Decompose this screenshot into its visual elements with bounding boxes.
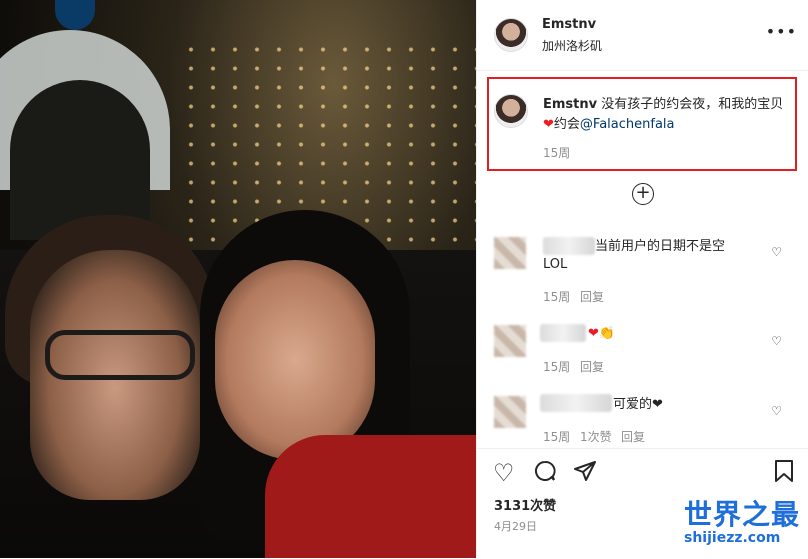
comment-time: 15周 [543, 430, 571, 444]
share-icon[interactable] [573, 459, 597, 489]
caption: Emstnv 没有孩子的约会夜，和我的宝贝 ❤约会@Falachenfala [543, 95, 788, 135]
comment-text: 当前用户的日期不是空 [595, 239, 726, 254]
reply-button[interactable]: 回复 [580, 358, 604, 375]
comment-time: 15周 [543, 290, 571, 304]
comment-username-blurred[interactable] [543, 237, 595, 255]
comment-likes[interactable]: 1次赞 [580, 428, 612, 445]
heart-icon: ❤ [543, 117, 554, 132]
more-dots-icon[interactable]: ••• [766, 22, 797, 41]
like-heart-icon[interactable]: ♡ [771, 245, 782, 259]
like-heart-icon[interactable]: ♡ [771, 334, 782, 348]
comment-username-blurred[interactable] [540, 394, 612, 412]
comment-time: 15周 [543, 360, 571, 374]
watermark-title: 世界之最 [684, 498, 801, 531]
mention-link[interactable]: @Falachenfala [580, 117, 675, 132]
glasses [45, 330, 195, 380]
load-more-icon[interactable]: + [632, 183, 654, 205]
save-icon[interactable] [773, 459, 795, 489]
header-username[interactable]: Emstnv [542, 17, 596, 32]
comment-text: ❤👏 [588, 326, 616, 341]
watermark: 世界之最 shijiezz.com [684, 498, 801, 547]
watermark-url: shijiezz.com [684, 530, 781, 546]
comment-avatar[interactable] [494, 237, 526, 269]
comment-text-line2: LOL [543, 257, 568, 272]
caption-text-before: 没有孩子的约会夜，和我的宝贝 [597, 97, 784, 112]
post-date: 4月29日 [494, 520, 537, 533]
red-top [265, 435, 476, 558]
caption-time: 15周 [543, 146, 571, 160]
decor-eye [55, 0, 95, 30]
comment-text: 可爱的❤ [613, 397, 663, 412]
comment-username-blurred[interactable] [540, 324, 586, 342]
caption-text-after: 约会 [553, 117, 580, 132]
caption-avatar[interactable] [494, 94, 528, 128]
user-avatar[interactable] [494, 18, 528, 52]
comment-icon[interactable] [533, 459, 557, 489]
comment-avatar[interactable] [494, 325, 526, 357]
like-count[interactable]: 3131次赞 [494, 495, 556, 514]
location-link[interactable]: 加州洛杉矶 [542, 37, 602, 54]
caption-username[interactable]: Emstnv [543, 97, 597, 112]
reply-button[interactable]: 回复 [580, 288, 604, 305]
post-header: Emstnv 加州洛杉矶 ••• [477, 0, 808, 71]
post-photo[interactable] [0, 0, 476, 558]
woman-face [215, 260, 375, 460]
reply-button[interactable]: 回复 [621, 428, 645, 445]
like-heart-icon[interactable]: ♡ [771, 404, 782, 418]
post-panel: Emstnv 加州洛杉矶 ••• Emstnv 没有孩子的约会夜，和我的宝贝 ❤约… [476, 0, 808, 558]
like-icon[interactable]: ♡ [493, 459, 515, 487]
comment-avatar[interactable] [494, 396, 526, 428]
